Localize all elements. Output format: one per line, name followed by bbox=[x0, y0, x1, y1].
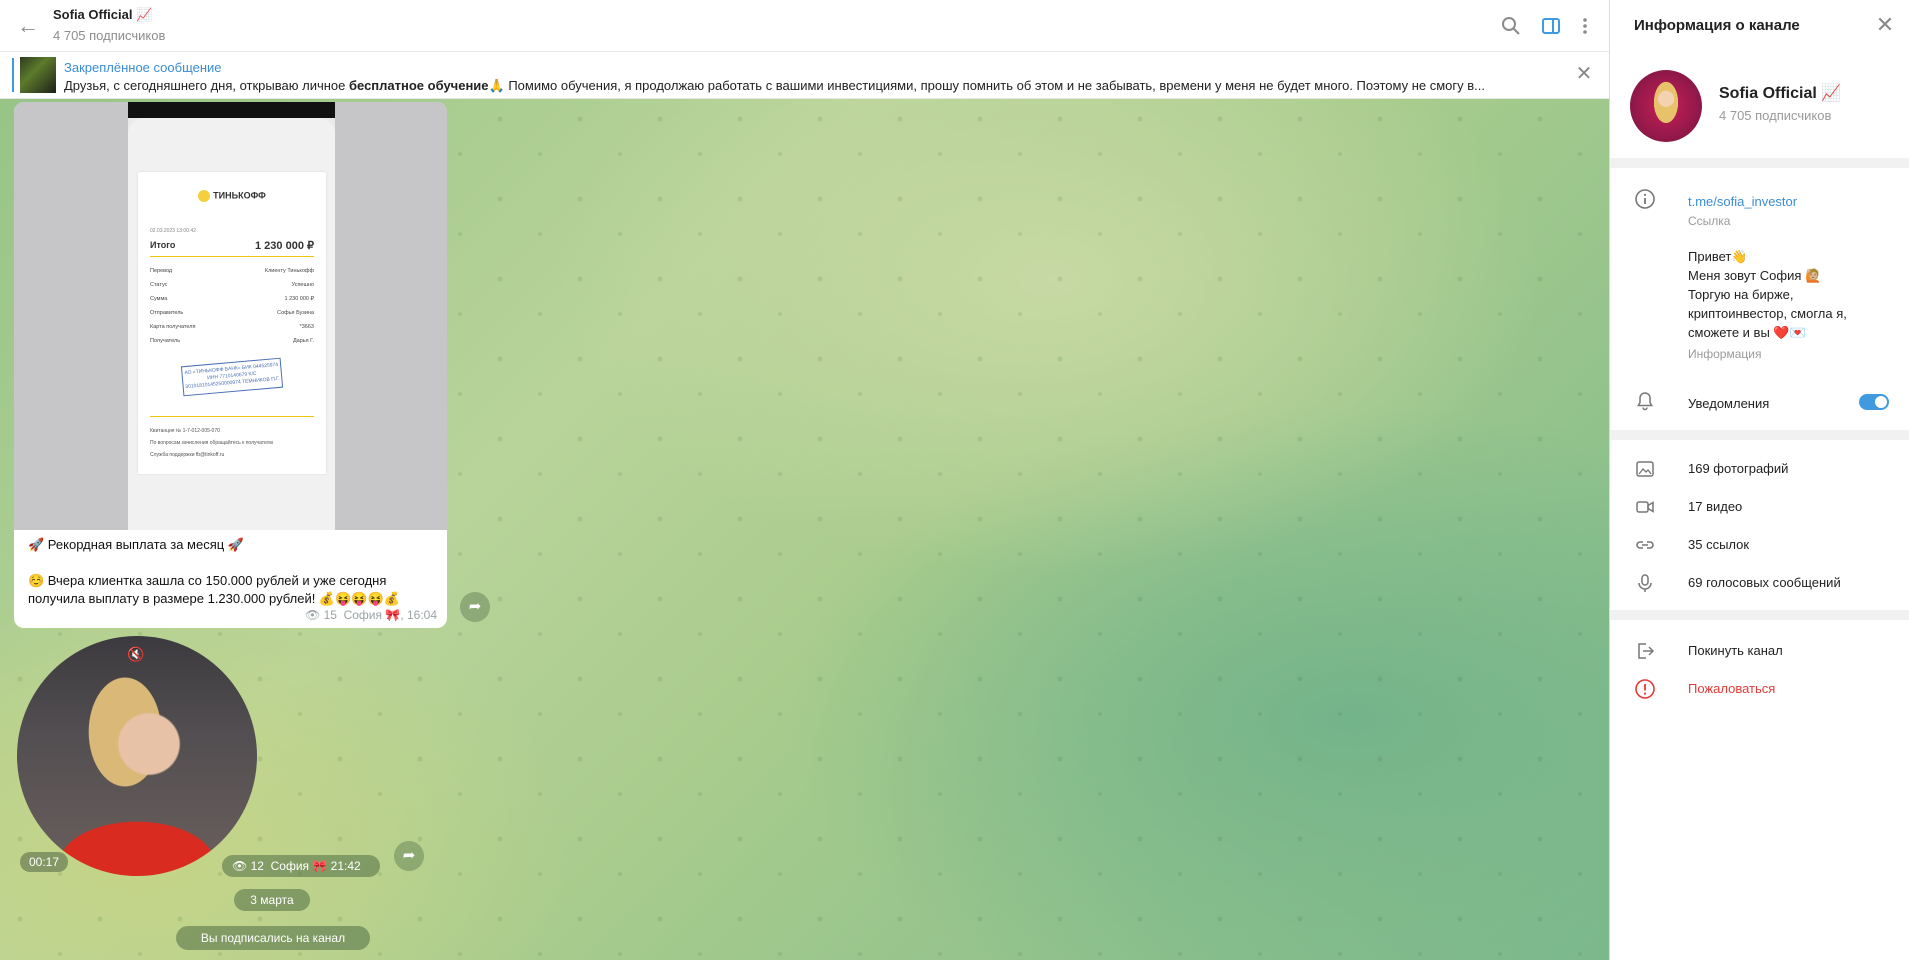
back-arrow-icon[interactable]: ← bbox=[16, 14, 40, 38]
message-meta: 👁 15 София 🎀, 16:04 bbox=[304, 608, 437, 622]
message-text: 🚀 Рекордная выплата за месяц 🚀 ☺️ Вчера … bbox=[28, 536, 438, 608]
receipt-row: Сумма 1 230 000 ₽ bbox=[150, 296, 314, 302]
pinned-thumbnail bbox=[20, 57, 56, 93]
search-icon[interactable] bbox=[1499, 14, 1523, 38]
profile-section: Sofia Official 📈 4 705 подписчиков bbox=[1610, 52, 1909, 158]
close-pinned-icon[interactable]: ✕ bbox=[1574, 64, 1594, 84]
about-section: t.me/sofia_investor Ссылка Привет👋 Меня … bbox=[1610, 168, 1909, 430]
actions-section: Покинуть канал Пожаловаться bbox=[1610, 620, 1909, 960]
receipt-number: Квитанция № 1-7-012-005-070 bbox=[150, 428, 220, 434]
report-button[interactable]: Пожаловаться bbox=[1688, 681, 1775, 696]
message-bubble[interactable]: ТИНЬКОФФ 02.03.2023 13:00:42 Итого 1 230… bbox=[14, 102, 447, 628]
notifications-label: Уведомления bbox=[1688, 396, 1770, 411]
photo-icon bbox=[1634, 458, 1656, 480]
profile-subscribers: 4 705 подписчиков bbox=[1719, 108, 1832, 123]
microphone-icon bbox=[1634, 572, 1656, 594]
bank-logo: ТИНЬКОФФ bbox=[138, 190, 326, 202]
close-icon[interactable]: ✕ bbox=[1874, 14, 1896, 36]
link-icon bbox=[1634, 534, 1656, 556]
date-separator: 3 марта bbox=[234, 889, 310, 911]
receipt-footer: По вопросам зачисления обращайтесь к пол… bbox=[150, 440, 274, 446]
receipt-total-value: 1 230 000 ₽ bbox=[255, 240, 314, 252]
bank-receipt: ТИНЬКОФФ 02.03.2023 13:00:42 Итого 1 230… bbox=[138, 172, 326, 474]
channel-link[interactable]: t.me/sofia_investor bbox=[1688, 194, 1797, 209]
leave-channel-button[interactable]: Покинуть канал bbox=[1688, 643, 1783, 658]
views-icon: 👁 bbox=[304, 608, 321, 622]
chat-header: ← Sofia Official 📈 4 705 подписчиков bbox=[0, 0, 1609, 52]
pinned-text: Друзья, с сегодняшнего дня, открываю лич… bbox=[64, 78, 1485, 93]
message-photo[interactable]: ТИНЬКОФФ 02.03.2023 13:00:42 Итого 1 230… bbox=[14, 102, 447, 530]
channel-info-panel: Информация о канале ✕ Sofia Official 📈 4… bbox=[1609, 0, 1909, 960]
receipt-row: Перевод Клиенту Тинькофф bbox=[150, 268, 314, 274]
media-videos[interactable]: 17 видео bbox=[1688, 499, 1742, 514]
info-icon bbox=[1634, 188, 1656, 210]
link-caption: Ссылка bbox=[1688, 214, 1731, 228]
service-message: Вы подписались на канал bbox=[176, 926, 370, 950]
receipt-total-label: Итого bbox=[150, 240, 176, 250]
pinned-message-bar[interactable]: Закреплённое сообщение Друзья, с сегодня… bbox=[0, 52, 1609, 99]
receipt-row: Отправитель Софья Бузина bbox=[150, 310, 314, 316]
description-caption: Информация bbox=[1688, 347, 1762, 361]
message-time: 16:04 bbox=[406, 608, 437, 622]
avatar[interactable] bbox=[1630, 70, 1702, 142]
receipt-support: Служба поддержки fb@tinkoff.ru bbox=[150, 452, 225, 458]
muted-speaker-icon[interactable]: 🔇 bbox=[127, 646, 144, 663]
media-links[interactable]: 35 ссылок bbox=[1688, 537, 1749, 552]
channel-description: Привет👋 Меня зовут София 🙋🏼 Торгую на би… bbox=[1688, 249, 1847, 340]
view-count: 12 bbox=[250, 859, 264, 873]
message-author: София 🎀 bbox=[270, 859, 328, 873]
forward-icon[interactable]: ➦ bbox=[460, 592, 490, 622]
bank-stamp: АО «ТИНЬКОФФ БАНК» БИК 044525974 ИНН 771… bbox=[180, 357, 284, 397]
info-title: Информация о канале bbox=[1634, 17, 1800, 34]
bell-icon bbox=[1634, 390, 1656, 412]
forward-icon[interactable]: ➦ bbox=[394, 841, 424, 871]
report-icon bbox=[1634, 678, 1656, 700]
pinned-title: Закреплённое сообщение bbox=[64, 60, 222, 75]
channel-subscribers: 4 705 подписчиков bbox=[53, 28, 166, 43]
phone-screenshot: ТИНЬКОФФ 02.03.2023 13:00:42 Итого 1 230… bbox=[128, 102, 335, 530]
video-duration: 00:17 bbox=[20, 852, 68, 872]
message-meta: 👁 12 София 🎀 21:42 bbox=[222, 855, 380, 877]
views-icon: 👁 bbox=[232, 859, 248, 873]
info-header: Информация о канале ✕ bbox=[1610, 0, 1909, 52]
pinned-indicator bbox=[12, 58, 14, 92]
receipt-row: Статус Успешно bbox=[150, 282, 314, 288]
message-body: ☺️ Вчера клиентка зашла со 150.000 рубле… bbox=[28, 573, 400, 606]
profile-name: Sofia Official 📈 bbox=[1719, 85, 1842, 102]
receipt-row: Карта получателя *3663 bbox=[150, 324, 314, 330]
media-section: 169 фотографий 17 видео 35 ссылок 69 гол… bbox=[1610, 440, 1909, 610]
sidebar-toggle-icon[interactable] bbox=[1539, 14, 1563, 38]
message-author: София 🎀 bbox=[343, 608, 401, 622]
notifications-toggle[interactable] bbox=[1859, 394, 1889, 410]
media-voice[interactable]: 69 голосовых сообщений bbox=[1688, 575, 1841, 590]
chat-area: ← Sofia Official 📈 4 705 подписчиков Зак… bbox=[0, 0, 1609, 960]
more-options-icon[interactable] bbox=[1573, 14, 1597, 38]
view-count: 15 bbox=[323, 608, 337, 622]
channel-title[interactable]: Sofia Official 📈 bbox=[53, 7, 152, 23]
message-headline: 🚀 Рекордная выплата за месяц 🚀 bbox=[28, 537, 244, 552]
message-time: 21:42 bbox=[330, 859, 361, 873]
receipt-date: 02.03.2023 13:00:42 bbox=[150, 228, 196, 234]
receipt-row: Получатель Дарья Г. bbox=[150, 338, 314, 344]
round-video-message[interactable] bbox=[17, 636, 257, 876]
leave-icon bbox=[1634, 640, 1656, 662]
media-photos[interactable]: 169 фотографий bbox=[1688, 461, 1788, 476]
video-icon bbox=[1634, 496, 1656, 518]
